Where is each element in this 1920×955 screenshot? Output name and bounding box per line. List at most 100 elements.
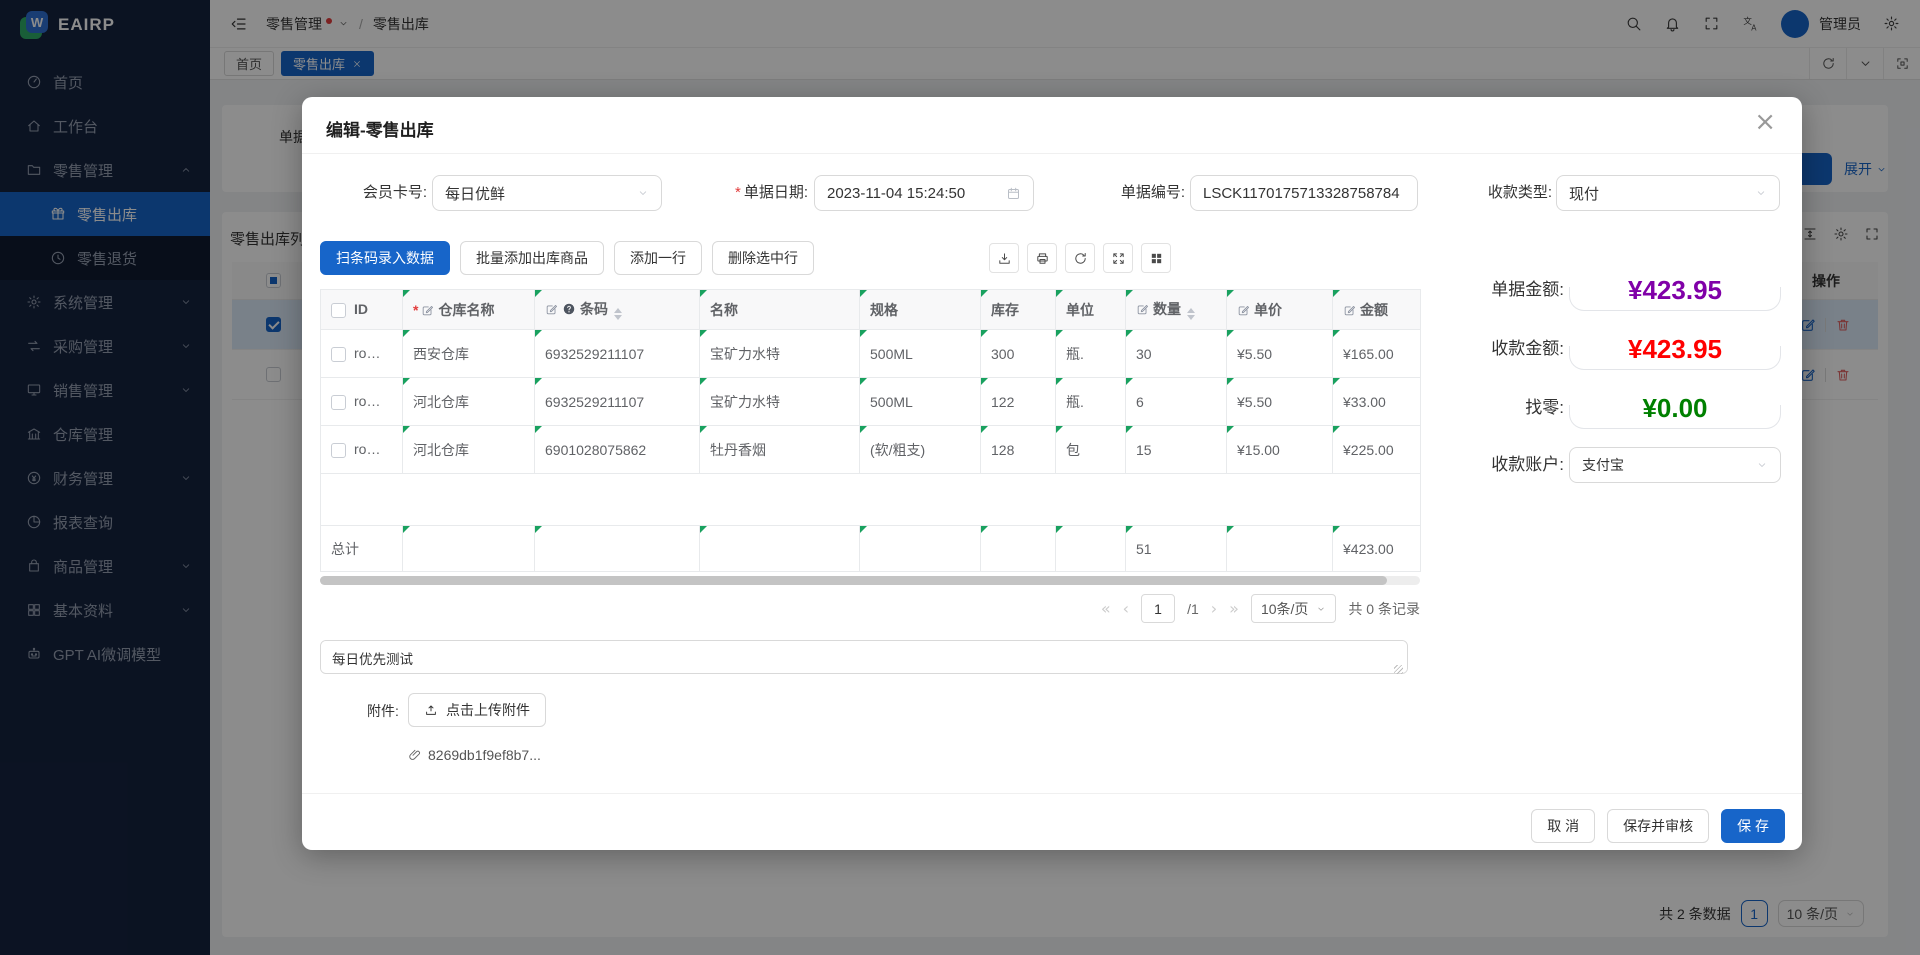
footer-cell [535,526,700,572]
footer-cell [981,526,1056,572]
sort-icon[interactable] [614,308,622,320]
grid-cell[interactable]: 瓶. [1056,378,1126,426]
batch-add-button[interactable]: 批量添加出库商品 [460,241,604,275]
last-page-icon[interactable]: » [1229,599,1239,618]
first-page-icon[interactable]: « [1101,599,1111,618]
refresh-icon [1073,251,1088,266]
sort-icon[interactable] [1187,308,1195,320]
upload-attachment-button[interactable]: 点击上传附件 [408,693,546,727]
bill-date-value: 2023-11-04 15:24:50 [827,185,965,202]
footer-cell: ¥423.00 [1333,526,1421,572]
grid-cell[interactable]: 河北仓库 [403,426,535,474]
editable-corner [700,378,707,385]
grid-cell[interactable]: ro… [321,378,403,426]
save-and-audit-button[interactable]: 保存并审核 [1607,809,1709,843]
download-button[interactable] [989,243,1019,273]
page-size-select[interactable]: 10条/页 [1251,594,1336,623]
remark-textarea[interactable]: 每日优先测试 [320,640,1408,674]
save-button[interactable]: 保 存 [1721,809,1785,843]
editable-corner [403,330,410,337]
grid-cell[interactable]: 6901028075862 [535,426,700,474]
member-card-select[interactable]: 每日优鲜 [432,175,662,211]
prev-page-icon[interactable]: ‹ [1123,599,1129,618]
add-row-button[interactable]: 添加一行 [614,241,702,275]
page-total: /1 [1187,601,1199,617]
grid-cell[interactable]: 300 [981,330,1056,378]
editable-corner [1126,526,1133,533]
bill-date-input[interactable]: 2023-11-04 15:24:50 [814,175,1034,211]
next-page-icon[interactable]: › [1211,599,1217,618]
grid-header-7[interactable]: 数量 [1126,290,1227,330]
cell-value: 300 [991,346,1014,362]
row-checkbox[interactable] [331,347,346,362]
grid-cell[interactable]: 6932529211107 [535,378,700,426]
scrollbar-thumb[interactable] [320,576,1387,585]
horizontal-scrollbar[interactable] [320,576,1420,585]
page-input[interactable]: 1 [1141,594,1175,623]
grid-cell[interactable]: 30 [1126,330,1227,378]
resize-handle[interactable] [1394,665,1403,674]
grid-cell[interactable]: 128 [981,426,1056,474]
editable-corner [1227,290,1234,297]
grid-cell[interactable]: 宝矿力水特 [700,378,860,426]
column-config-button[interactable] [1141,243,1171,273]
page-size-value: 10条/页 [1261,599,1308,619]
header-label: 单位 [1066,302,1094,318]
editable-corner [1056,378,1063,385]
grid-cell[interactable]: 瓶. [1056,330,1126,378]
attachment-label: 附件: [367,701,399,721]
header-label: 单价 [1254,302,1282,318]
row-checkbox[interactable] [331,395,346,410]
grid-cell[interactable]: ¥5.50 [1227,378,1333,426]
grid-cell[interactable]: 500ML [860,378,981,426]
grid-cell[interactable]: 6 [1126,378,1227,426]
editable-corner [860,290,867,297]
account-select[interactable]: 支付宝 [1569,447,1781,483]
footer-cell [860,526,981,572]
grid-cell[interactable]: 6932529211107 [535,330,700,378]
grid-cell[interactable]: 15 [1126,426,1227,474]
grid-cell[interactable]: 包 [1056,426,1126,474]
delete-rows-button[interactable]: 删除选中行 [712,241,814,275]
scan-barcode-button[interactable]: 扫条码录入数据 [320,241,450,275]
bill-no-input[interactable]: LSCK1170175713328758784 [1190,175,1418,211]
grid-cell[interactable]: 西安仓库 [403,330,535,378]
header-label: 名称 [710,302,738,318]
pay-type-value: 现付 [1569,183,1599,204]
attachment-file-link[interactable]: 8269db1f9ef8b7... [408,747,541,763]
grid-cell[interactable]: 牡丹香烟 [700,426,860,474]
download-icon [997,251,1012,266]
app: W EAIRP 首页工作台零售管理零售出库零售退货系统管理采购管理销售管理仓库管… [0,0,1920,955]
editable-corner [1126,426,1133,433]
fullscreen-button[interactable] [1103,243,1133,273]
grid-cell[interactable]: 河北仓库 [403,378,535,426]
grid-cell[interactable]: 500ML [860,330,981,378]
editable-corner [860,330,867,337]
editable-corner [860,378,867,385]
editable-corner [1227,526,1234,533]
grid-header-2[interactable]: 条码 [535,290,700,330]
paid-amount-value[interactable]: ¥423.95 [1569,328,1781,370]
grid-cell[interactable]: ¥5.50 [1227,330,1333,378]
bill-amount-value: ¥423.95 [1569,269,1781,311]
row-checkbox[interactable] [331,443,346,458]
select-all-checkbox[interactable] [331,303,346,318]
grid-cell[interactable]: ro… [321,426,403,474]
pay-type-label: 收款类型: [1472,175,1552,211]
grid-cell[interactable]: ¥15.00 [1227,426,1333,474]
required-asterisk: * [413,302,418,318]
pay-type-select[interactable]: 现付 [1556,175,1780,211]
grid-cell[interactable]: (软/粗支) [860,426,981,474]
cell-value: 6901028075862 [545,442,646,458]
grid-cell[interactable]: 宝矿力水特 [700,330,860,378]
grid-cell[interactable]: ro… [321,330,403,378]
refresh-button[interactable] [1065,243,1095,273]
print-button[interactable] [1027,243,1057,273]
close-modal-icon[interactable]: × [1754,109,1776,135]
grid-cell[interactable]: 122 [981,378,1056,426]
cancel-button[interactable]: 取 消 [1531,809,1595,843]
cell-value: 河北仓库 [413,394,469,410]
edit-column-icon [1136,303,1149,316]
help-icon[interactable] [562,302,576,316]
edit-column-icon [1343,304,1356,317]
